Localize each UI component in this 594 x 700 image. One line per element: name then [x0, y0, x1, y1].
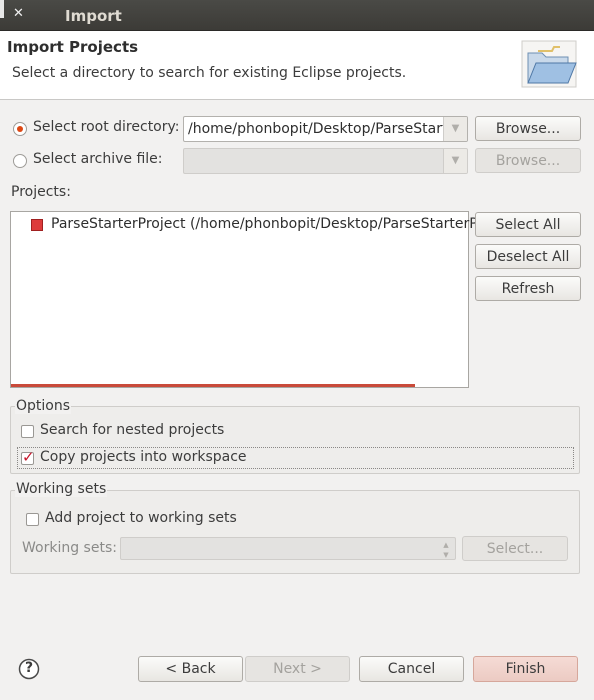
add-to-working-sets-label: Add project to working sets — [45, 510, 237, 526]
project-label: ParseStarterProject (/home/phonbopit/Des… — [51, 216, 523, 232]
finish-button[interactable]: Finish — [473, 656, 578, 682]
page-subtitle: Select a directory to search for existin… — [12, 65, 407, 81]
spin-arrows-icon: ▲ ▼ — [443, 541, 449, 559]
minimize-icon[interactable] — [0, 0, 4, 18]
archive-file-label: Select archive file: — [33, 151, 163, 167]
page-title: Import Projects — [7, 38, 139, 56]
archive-file-combo: ▼ — [183, 148, 468, 174]
chevron-down-icon: ▼ — [443, 149, 467, 173]
working-sets-title: Working sets — [15, 481, 108, 497]
projects-label: Projects: — [11, 184, 71, 200]
refresh-button[interactable]: Refresh — [475, 276, 581, 301]
window-title: Import — [65, 7, 122, 25]
cancel-button[interactable]: Cancel — [359, 656, 464, 682]
wizard-header: Import Projects Select a directory to se… — [0, 31, 594, 100]
browse-root-button[interactable]: Browse... — [475, 116, 581, 141]
browse-archive-button: Browse... — [475, 148, 581, 173]
root-directory-value: /home/phonbopit/Desktop/ParseStarterProj… — [188, 121, 444, 137]
root-directory-radio[interactable] — [13, 122, 27, 136]
archive-file-radio[interactable] — [13, 154, 27, 168]
root-directory-combo[interactable]: /home/phonbopit/Desktop/ParseStarterProj… — [183, 116, 468, 142]
chevron-down-icon[interactable]: ▼ — [443, 117, 467, 141]
title-bar: ✕ Import — [0, 0, 594, 31]
project-checkbox[interactable] — [31, 219, 43, 231]
nested-projects-checkbox[interactable] — [21, 425, 34, 438]
copy-projects-checkbox[interactable] — [21, 448, 35, 466]
add-to-working-sets-checkbox[interactable] — [26, 513, 39, 526]
help-glyph: ? — [24, 660, 34, 676]
back-button[interactable]: < Back — [138, 656, 243, 682]
horizontal-scrollbar[interactable] — [11, 384, 415, 387]
working-sets-combo: ▲ ▼ — [120, 537, 456, 560]
folder-open-icon — [521, 40, 577, 88]
deselect-all-button[interactable]: Deselect All — [475, 244, 581, 269]
copy-projects-label: Copy projects into workspace — [40, 449, 247, 465]
nested-projects-label: Search for nested projects — [40, 422, 225, 438]
options-title: Options — [15, 398, 72, 414]
close-icon[interactable]: ✕ — [13, 6, 24, 21]
select-all-button[interactable]: Select All — [475, 212, 581, 237]
working-sets-label: Working sets: — [22, 540, 117, 556]
next-button: Next > — [245, 656, 350, 682]
working-sets-group — [10, 490, 580, 574]
root-directory-label: Select root directory: — [33, 119, 180, 135]
select-working-sets-button: Select... — [462, 536, 568, 561]
projects-list[interactable]: ParseStarterProject (/home/phonbopit/Des… — [10, 211, 523, 388]
